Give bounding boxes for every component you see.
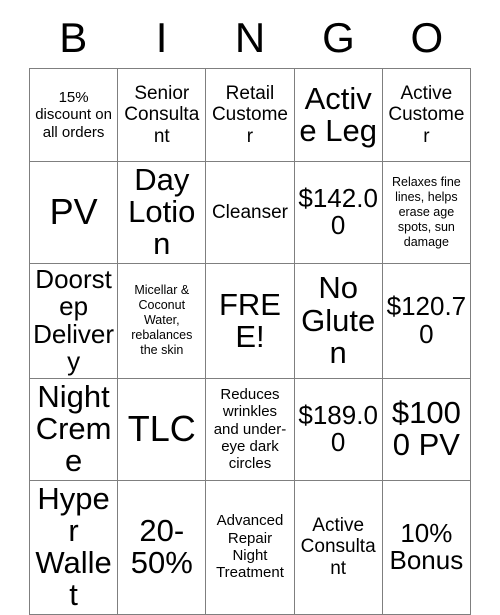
bingo-row: PV Day Lotion Cleanser $142.00 Relaxes f… xyxy=(28,161,472,264)
bingo-cell-label: Senior Consultant xyxy=(124,83,200,147)
bingo-cell-label: Day Lotion xyxy=(128,162,196,262)
bingo-cell[interactable]: $189.00 xyxy=(293,377,383,481)
bingo-cell-label: PV xyxy=(49,191,98,233)
bingo-cell[interactable]: Cleanser xyxy=(205,161,295,264)
bingo-cell-label: Cleanser xyxy=(211,201,288,223)
bingo-cell-label: $189.00 xyxy=(298,399,378,458)
bingo-cell-label: Night Creme xyxy=(35,378,112,479)
bingo-cell-free[interactable]: FREE! xyxy=(205,262,295,379)
bingo-cell-label: Active Leg xyxy=(299,80,377,148)
bingo-cell-label: Doorstep Delivery xyxy=(33,263,115,377)
bingo-cell[interactable]: 10% Bonus xyxy=(381,479,472,615)
bingo-cell[interactable]: Hyper Wallet xyxy=(28,479,119,615)
bingo-cell-label: Hyper Wallet xyxy=(35,480,112,613)
bingo-cell[interactable]: Active Consultant xyxy=(293,479,383,615)
bingo-cell-label: 20-50% xyxy=(130,512,193,581)
bingo-cell-label: FREE! xyxy=(218,286,281,354)
bingo-cell[interactable]: TLC xyxy=(117,377,207,481)
bingo-cell[interactable]: Retail Customer xyxy=(205,68,295,162)
bingo-cell-label: 15% discount on all orders xyxy=(35,88,112,141)
bingo-header-letter-i: I xyxy=(155,14,168,61)
bingo-cell[interactable]: Advanced Repair Night Treatment xyxy=(205,479,295,615)
bingo-cell[interactable]: Day Lotion xyxy=(117,161,207,264)
bingo-cell[interactable]: Active Leg xyxy=(293,68,383,162)
bingo-cell-label: Micellar & Coconut Water, rebalances the… xyxy=(131,283,193,358)
bingo-cell-label: No Gluten xyxy=(301,270,376,370)
bingo-cell[interactable]: $142.00 xyxy=(293,161,383,264)
bingo-cell[interactable]: 20-50% xyxy=(117,479,207,615)
bingo-row: Hyper Wallet 20-50% Advanced Repair Nigh… xyxy=(28,479,472,615)
bingo-grid: 15% discount on all orders Senior Consul… xyxy=(28,68,472,615)
bingo-cell-label: Relaxes fine lines, helps erase age spot… xyxy=(391,174,461,249)
bingo-cell[interactable]: No Gluten xyxy=(293,262,383,379)
bingo-cell-label: Active Consultant xyxy=(300,515,376,579)
bingo-header-letter-n: N xyxy=(234,14,266,61)
bingo-cell-label: $120.70 xyxy=(386,291,467,349)
bingo-cell[interactable]: Night Creme xyxy=(28,377,119,481)
bingo-row: Doorstep Delivery Micellar & Coconut Wat… xyxy=(28,262,472,379)
bingo-cell[interactable]: $1000 PV xyxy=(381,377,472,481)
bingo-header-letter-o: O xyxy=(410,14,444,61)
bingo-cell[interactable]: $120.70 xyxy=(381,262,472,379)
bingo-cell-label: Active Customer xyxy=(388,83,465,147)
bingo-header-letter-g: G xyxy=(322,14,355,61)
bingo-row: 15% discount on all orders Senior Consul… xyxy=(28,68,472,162)
bingo-card: B I N G O 15% discount on all orders Sen… xyxy=(28,8,472,615)
bingo-cell-label: Reduces wrinkles and under-eye dark circ… xyxy=(213,385,287,473)
bingo-cell-label: Retail Customer xyxy=(211,83,288,147)
bingo-cell[interactable]: Reduces wrinkles and under-eye dark circ… xyxy=(205,377,295,481)
bingo-header-row: B I N G O xyxy=(29,8,471,68)
bingo-cell-label: TLC xyxy=(127,408,196,450)
bingo-cell[interactable]: Active Customer xyxy=(381,68,472,162)
bingo-cell-label: Advanced Repair Night Treatment xyxy=(216,512,284,582)
bingo-cell-label: $1000 PV xyxy=(391,395,461,463)
bingo-cell[interactable]: 15% discount on all orders xyxy=(28,68,119,162)
bingo-cell-label: $142.00 xyxy=(298,182,378,241)
bingo-header-letter-b: B xyxy=(59,14,88,61)
bingo-cell[interactable]: Doorstep Delivery xyxy=(28,262,119,379)
bingo-cell[interactable]: Senior Consultant xyxy=(117,68,207,162)
bingo-cell[interactable]: Micellar & Coconut Water, rebalances the… xyxy=(117,262,207,379)
bingo-row: Night Creme TLC Reduces wrinkles and und… xyxy=(28,377,472,481)
bingo-cell[interactable]: PV xyxy=(28,161,119,264)
bingo-cell[interactable]: Relaxes fine lines, helps erase age spot… xyxy=(381,161,472,264)
bingo-cell-label: 10% Bonus xyxy=(389,517,464,576)
